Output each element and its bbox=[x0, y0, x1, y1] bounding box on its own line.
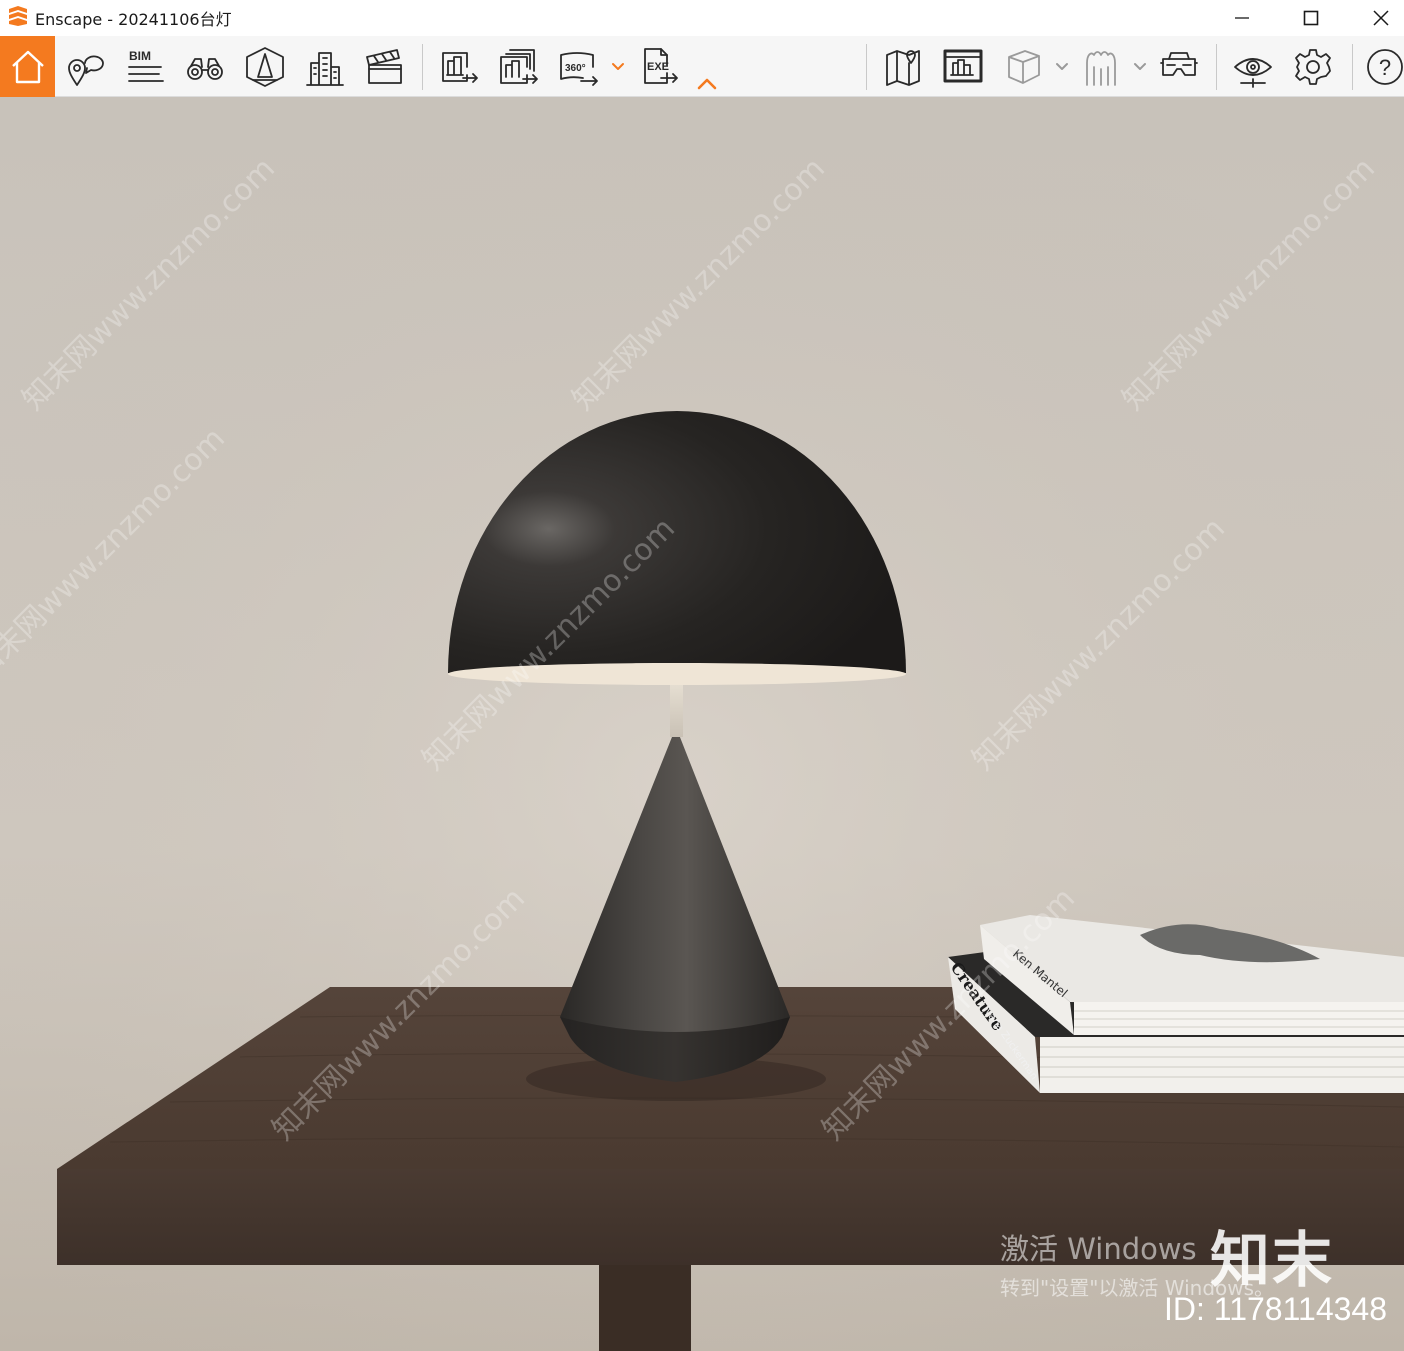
render-viewport[interactable]: Ken Mantel Creature Ivana Zuckerman 知末网w… bbox=[0, 97, 1404, 1351]
video-editor-button[interactable] bbox=[360, 42, 410, 92]
visual-settings-button[interactable] bbox=[1228, 42, 1278, 92]
chevron-up-icon bbox=[697, 78, 717, 90]
chevron-down-icon bbox=[1134, 63, 1146, 70]
eye-icon bbox=[1234, 58, 1272, 88]
panorama-label: 360° bbox=[565, 63, 586, 74]
render-panorama-button[interactable]: 360° bbox=[554, 42, 604, 92]
map-button[interactable] bbox=[878, 42, 928, 92]
clapperboard-icon bbox=[366, 49, 402, 84]
enscape-logo-icon bbox=[7, 5, 29, 27]
help-button[interactable]: ? bbox=[1360, 42, 1404, 92]
help-icon: ? bbox=[1367, 49, 1403, 85]
map-icon bbox=[886, 50, 920, 86]
chevron-down-icon bbox=[612, 63, 624, 70]
batch-render-button[interactable] bbox=[494, 42, 544, 92]
minimize-button[interactable] bbox=[1219, 0, 1265, 36]
assets-button[interactable] bbox=[300, 42, 350, 92]
panorama-dropdown-chevron[interactable] bbox=[610, 58, 626, 74]
binoculars-icon bbox=[187, 58, 223, 80]
atmosphere-icon bbox=[246, 47, 284, 87]
minimize-icon bbox=[1235, 17, 1249, 19]
title-bar: Enscape - 20241106台灯 bbox=[0, 0, 1404, 36]
brand-logo: 知末 bbox=[1210, 1226, 1334, 1296]
toolbar-separator bbox=[866, 44, 867, 90]
window-title: Enscape - 20241106台灯 bbox=[35, 10, 232, 29]
asset-id: ID: 1178114348 bbox=[1164, 1291, 1387, 1327]
settings-button[interactable] bbox=[1288, 42, 1338, 92]
views-button[interactable] bbox=[180, 42, 230, 92]
chevron-down-icon bbox=[1056, 63, 1068, 70]
buildings-icon bbox=[306, 52, 344, 86]
view-mode-button[interactable] bbox=[998, 42, 1048, 92]
material-editor-button[interactable] bbox=[938, 42, 988, 92]
render-image-button[interactable] bbox=[434, 42, 484, 92]
cube-icon bbox=[1008, 50, 1040, 84]
home-icon bbox=[11, 50, 44, 83]
vr-button[interactable] bbox=[1154, 42, 1204, 92]
export-image-icon bbox=[442, 52, 478, 83]
toolbar-separator bbox=[1216, 44, 1217, 90]
people-icon bbox=[1086, 51, 1116, 86]
people-button[interactable] bbox=[1076, 42, 1126, 92]
gear-icon bbox=[1295, 49, 1331, 85]
close-icon bbox=[1373, 10, 1389, 26]
home-button[interactable] bbox=[0, 36, 55, 97]
view-mode-dropdown-chevron[interactable] bbox=[1054, 58, 1070, 74]
bim-info-button[interactable] bbox=[60, 42, 110, 92]
main-toolbar: BIM 360° EXE ? bbox=[0, 36, 1404, 97]
batch-render-icon bbox=[500, 49, 538, 84]
bim-button[interactable]: BIM bbox=[120, 42, 170, 92]
bim-icon: BIM bbox=[128, 49, 164, 82]
people-dropdown-chevron[interactable] bbox=[1132, 58, 1148, 74]
close-button[interactable] bbox=[1358, 0, 1404, 36]
export-exe-icon: EXE bbox=[644, 48, 678, 84]
maximize-button[interactable] bbox=[1288, 0, 1334, 36]
export-exe-button[interactable]: EXE bbox=[634, 42, 684, 92]
exe-label: EXE bbox=[647, 61, 669, 73]
panorama-icon: 360° bbox=[560, 52, 598, 86]
scene-render: Ken Mantel Creature Ivana Zuckerman bbox=[0, 97, 1404, 1351]
map-pin-chat-icon bbox=[68, 55, 104, 86]
collapse-toolbar-button[interactable] bbox=[696, 76, 718, 92]
toolbar-separator bbox=[1352, 44, 1353, 90]
material-editor-icon bbox=[943, 49, 983, 83]
help-label: ? bbox=[1379, 55, 1391, 80]
maximize-icon bbox=[1303, 10, 1319, 26]
bim-label: BIM bbox=[129, 49, 151, 63]
lamp-shade-rim-glow bbox=[448, 663, 906, 685]
table-leg bbox=[599, 1265, 691, 1351]
toolbar-separator bbox=[422, 44, 423, 90]
vr-headset-icon bbox=[1160, 52, 1198, 76]
atmosphere-button[interactable] bbox=[240, 42, 290, 92]
